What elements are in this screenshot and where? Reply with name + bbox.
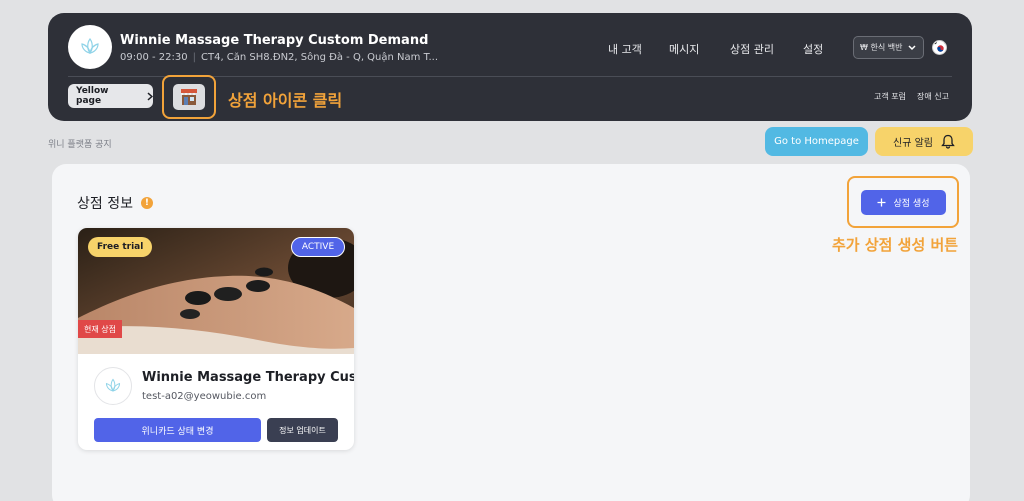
shop-title: Winnie Massage Therapy Custom Demand <box>120 33 429 48</box>
warning-icon[interactable]: ! <box>140 197 153 209</box>
storefront-icon <box>181 89 197 105</box>
bell-icon <box>941 134 955 149</box>
active-status-badge: ACTIVE <box>291 237 345 257</box>
card-shop-logo <box>94 367 132 405</box>
go-to-homepage-button[interactable]: Go to Homepage <box>765 127 868 156</box>
plus-icon <box>877 198 885 206</box>
create-store-annotation: 추가 상점 생성 버튼 <box>832 236 959 254</box>
store-card[interactable]: Free trial ACTIVE 현재 상점 Winnie Massage T… <box>78 228 354 450</box>
section-title: 상점 정보 ! <box>77 193 153 213</box>
language-select[interactable]: ₩ 한식 백반 <box>853 36 924 59</box>
update-info-button[interactable]: 정보 업데이트 <box>267 418 338 442</box>
nav-messages[interactable]: 메시지 <box>669 41 699 57</box>
report-issue-link[interactable]: 장애 신고 <box>917 91 949 102</box>
nav-settings[interactable]: 설정 <box>803 41 823 57</box>
lotus-icon <box>105 378 121 392</box>
platform-notice[interactable]: 위니 플랫폼 공지 <box>48 137 112 150</box>
create-store-highlight: 상점 생성 <box>847 176 959 228</box>
section-title-text: 상점 정보 <box>77 196 133 212</box>
shop-subtitle: 09:00 - 22:30 | CT4, Căn SH8.ĐN2, Sông Đà … <box>120 52 439 63</box>
top-header: Winnie Massage Therapy Custom Demand 09:… <box>48 13 972 121</box>
chevron-down-icon <box>908 44 916 50</box>
free-trial-badge: Free trial <box>88 237 153 257</box>
new-notification-button[interactable]: 신규 알림 <box>875 127 973 156</box>
new-notification-label: 신규 알림 <box>893 138 933 149</box>
shop-logo <box>68 25 112 69</box>
nav-store-management[interactable]: 상점 관리 <box>730 41 774 57</box>
create-store-button[interactable]: 상점 생성 <box>860 189 946 215</box>
language-select-value: ₩ 한식 백반 <box>860 43 903 52</box>
create-store-label: 상점 생성 <box>893 198 930 209</box>
korea-flag-icon[interactable] <box>932 40 947 55</box>
card-store-email: test-a02@yeowubie.com <box>142 391 267 402</box>
card-store-name: Winnie Massage Therapy Custo <box>142 370 354 385</box>
store-info-panel: 상점 정보 ! 상점 생성 추가 상점 생성 버튼 Free trial ACT… <box>52 164 970 501</box>
store-icon-button[interactable] <box>173 84 205 110</box>
store-icon-highlight <box>162 75 216 119</box>
current-store-badge: 현재 상점 <box>78 320 122 338</box>
shop-hours: 09:00 - 22:30 <box>120 52 188 63</box>
store-icon-annotation: 상점 아이콘 클릭 <box>228 91 343 110</box>
customer-forum-link[interactable]: 고객 포럼 <box>874 91 906 102</box>
yellow-page-button[interactable]: Yellow page <box>68 84 153 108</box>
lotus-icon <box>81 37 99 55</box>
change-card-status-button[interactable]: 위니카드 상태 변경 <box>94 418 261 442</box>
shop-address: CT4, Căn SH8.ĐN2, Sông Đà - Q, Quận Nam … <box>200 52 439 63</box>
yellow-page-label: Yellow page <box>76 86 109 106</box>
chevron-right-icon <box>147 92 153 100</box>
nav-my-customers[interactable]: 내 고객 <box>608 41 642 57</box>
